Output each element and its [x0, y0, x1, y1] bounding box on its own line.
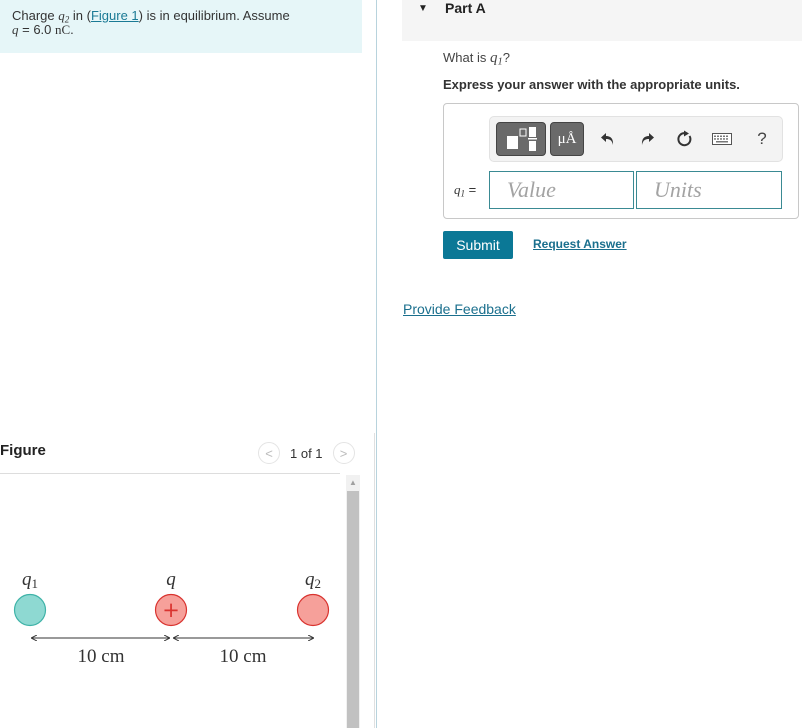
charge-label: q1	[22, 569, 38, 591]
figure-page-count: 1 of 1	[290, 445, 323, 461]
scrollbar-thumb[interactable]	[347, 491, 359, 728]
charge-1: q1	[13, 569, 47, 627]
request-answer-link[interactable]: Request Answer	[533, 237, 627, 251]
charge-label: q2	[305, 569, 321, 591]
undo-button[interactable]	[596, 127, 620, 151]
figure-divider	[0, 473, 340, 474]
plus-sign-icon: +	[162, 598, 180, 622]
figure-panel-edge	[374, 433, 375, 728]
charge-symbol: q2	[58, 8, 70, 25]
charge-circle	[13, 593, 47, 627]
scroll-up-arrow-icon[interactable]: ▲	[346, 475, 360, 490]
instruction-text: Express your answer with the appropriate…	[443, 77, 740, 92]
answer-variable-label: q1 =	[454, 182, 477, 199]
part-title: Part A	[445, 0, 486, 16]
chevron-right-icon: >	[339, 445, 348, 461]
units-icon: μÅ	[557, 130, 577, 147]
figure-next-button[interactable]: >	[332, 442, 355, 464]
templates-button[interactable]	[496, 122, 546, 156]
charge-3: q2	[296, 569, 330, 627]
charge-diagram: q1 q+q2 10 cm 10 cm	[13, 569, 330, 667]
charge-2: q+	[154, 569, 188, 627]
figure-prev-button[interactable]: <	[258, 442, 280, 464]
keyboard-button[interactable]	[710, 127, 734, 151]
problem-statement: Charge q2 in (Figure 1) is in equilibriu…	[0, 0, 362, 53]
math-toolbar: μÅ ?	[489, 116, 783, 162]
charge-circle	[296, 593, 330, 627]
value-input[interactable]	[489, 171, 634, 209]
statement-text: Charge	[12, 8, 59, 23]
keyboard-icon	[712, 133, 732, 145]
answer-box: μÅ ? q1 =	[443, 103, 799, 219]
help-button[interactable]: ?	[750, 127, 774, 151]
redo-icon	[641, 133, 654, 145]
chevron-left-icon: <	[265, 445, 273, 461]
submit-button[interactable]: Submit	[443, 231, 513, 259]
distance-label: 10 cm	[78, 646, 125, 667]
figure-title: Figure	[0, 442, 46, 459]
templates-icon	[507, 127, 537, 151]
figure-pagination: < 1 of 1 >	[258, 441, 355, 465]
undo-icon	[601, 133, 614, 145]
provide-feedback-link[interactable]: Provide Feedback	[403, 301, 516, 317]
distance-label: 10 cm	[220, 646, 267, 667]
units-button[interactable]: μÅ	[550, 122, 584, 156]
help-icon: ?	[757, 129, 767, 148]
reset-button[interactable]	[673, 127, 697, 151]
question-text: What is q1?	[443, 50, 510, 68]
part-a-header[interactable]: ▼ Part A	[402, 0, 802, 41]
assume-unit: nC	[55, 22, 71, 37]
caret-down-icon[interactable]: ▼	[418, 3, 428, 14]
charge-label: q	[166, 569, 176, 590]
reset-icon	[677, 130, 692, 147]
figure-link[interactable]: Figure 1	[91, 8, 139, 23]
pane-divider[interactable]	[376, 0, 377, 728]
figure-scrollbar[interactable]: ▲	[346, 475, 360, 728]
redo-button[interactable]	[635, 127, 659, 151]
units-input[interactable]	[636, 171, 782, 209]
